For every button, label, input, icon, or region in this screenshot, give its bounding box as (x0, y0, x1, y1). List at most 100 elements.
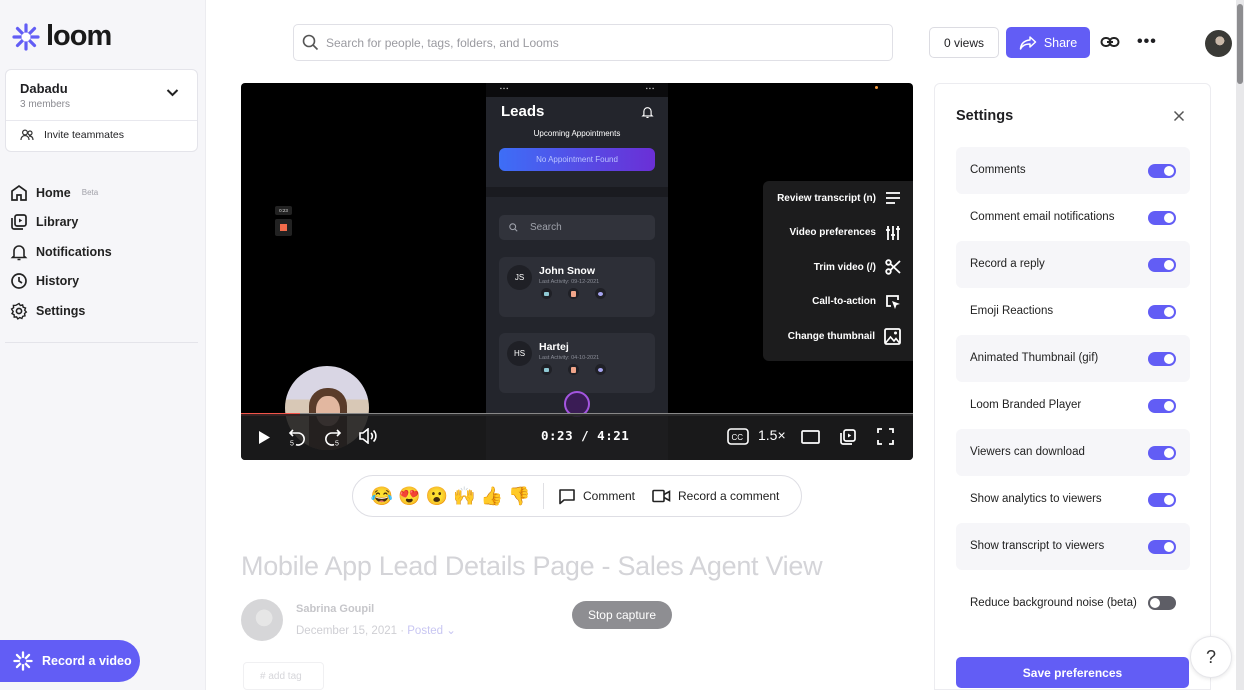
menu-change-thumbnail[interactable]: Change thumbnail (763, 319, 913, 354)
comment-icon (559, 488, 575, 504)
chevron-down-icon (166, 89, 179, 97)
picture-in-picture-icon[interactable] (839, 428, 857, 446)
lead-activity: Last Activity: 09-12-2021 (539, 279, 600, 285)
invite-label: Invite teammates (44, 129, 124, 141)
gear-icon (10, 302, 28, 320)
sidebar-item-settings[interactable]: Settings (10, 296, 112, 326)
posted-status-dropdown[interactable]: Posted (407, 625, 443, 637)
recording-indicator-dot (875, 86, 878, 89)
svg-text:5: 5 (335, 441, 339, 447)
record-comment-button[interactable]: Record a comment (652, 489, 779, 503)
settings-toggle[interactable] (1148, 596, 1176, 610)
scrollbar-thumb[interactable] (1237, 4, 1243, 84)
settings-row-label: Emoji Reactions (970, 305, 1054, 317)
home-icon (11, 184, 27, 201)
settings-toggle[interactable] (1148, 539, 1176, 554)
sidebar-item-library[interactable]: Library (10, 208, 112, 238)
close-icon[interactable] (1173, 110, 1185, 122)
settings-toggle[interactable] (1148, 445, 1176, 460)
play-icon[interactable] (257, 430, 271, 445)
menu-call-to-action[interactable]: Call-to-action (763, 285, 913, 320)
settings-row-label: Show analytics to viewers (970, 493, 1102, 505)
fullscreen-icon[interactable] (877, 428, 894, 445)
settings-toggle[interactable] (1148, 163, 1176, 178)
svg-text:5: 5 (290, 441, 294, 447)
document-icon (568, 364, 579, 375)
settings-toggle[interactable] (1148, 257, 1176, 272)
video-player[interactable]: 0:23 ▪ ▪ ▪ ▪ ▪ ▪ Leads Upcoming Appointme… (241, 83, 913, 460)
bell-icon (10, 245, 28, 261)
search-icon (302, 34, 319, 51)
workspace-switcher[interactable]: Dabadu 3 members (6, 70, 197, 121)
emoji-reaction-thumbs-down[interactable]: 👎 (506, 486, 534, 507)
settings-row: Animated Thumbnail (gif) (956, 335, 1190, 382)
page-scrollbar[interactable] (1236, 0, 1244, 690)
settings-toggle[interactable] (1148, 304, 1176, 319)
help-button[interactable]: ? (1190, 636, 1232, 678)
emoji-reaction-wow[interactable]: 😮 (423, 486, 451, 507)
user-avatar[interactable] (1205, 30, 1232, 57)
loom-logo[interactable]: loom (12, 20, 112, 53)
share-arrow-icon (1019, 35, 1037, 50)
link-icon[interactable] (1100, 33, 1120, 51)
closed-captions-icon[interactable]: CC (727, 428, 749, 445)
lead-name: Hartej (539, 341, 569, 353)
sidebar-item-home[interactable]: Home Beta (10, 178, 112, 208)
clock-icon (11, 273, 27, 290)
record-video-label: Record a video (42, 654, 132, 668)
invite-teammates-button[interactable]: Invite teammates (6, 121, 197, 149)
menu-review-transcript[interactable]: Review transcript (n) (763, 181, 913, 216)
comment-button[interactable]: Comment (558, 488, 635, 505)
chat-icon (595, 288, 606, 299)
settings-row-label: Loom Branded Player (970, 399, 1082, 411)
workspace-name: Dabadu (20, 81, 68, 96)
sidebar-item-notifications[interactable]: Notifications (10, 237, 112, 267)
emoji-reaction-laugh[interactable]: 😂 (368, 486, 396, 507)
save-preferences-button[interactable]: Save preferences (956, 657, 1189, 688)
menu-trim-video[interactable]: Trim video (/) (763, 250, 913, 285)
share-button[interactable]: Share (1006, 27, 1090, 58)
emoji-reaction-heart-eyes[interactable]: 😍 (396, 486, 424, 507)
settings-row: Comments (956, 147, 1190, 194)
video-options-menu: Review transcript (n) Video preferences … (763, 181, 913, 361)
settings-row: Comment email notifications (956, 194, 1190, 241)
stop-capture-button[interactable]: Stop capture (572, 601, 672, 629)
sidebar-item-history[interactable]: History (10, 267, 112, 297)
settings-toggle[interactable] (1148, 351, 1176, 366)
settings-row-label: Viewers can download (970, 446, 1085, 458)
video-title[interactable]: Mobile App Lead Details Page - Sales Age… (241, 551, 823, 582)
forward-5-icon[interactable]: 5 (324, 427, 342, 446)
phone-screen-recording: ▪ ▪ ▪ ▪ ▪ ▪ Leads Upcoming Appointments N… (486, 83, 668, 460)
mail-icon (541, 288, 552, 299)
more-options-icon[interactable]: ••• (1137, 33, 1157, 51)
settings-toggle[interactable] (1148, 210, 1176, 225)
emoji-reaction-raised-hands[interactable]: 🙌 (451, 486, 479, 507)
recording-timer: 0:23 (275, 206, 292, 215)
add-tag-input[interactable]: # add tag (243, 662, 324, 690)
logo-wordmark: loom (46, 20, 112, 52)
views-button[interactable]: 0 views (929, 27, 999, 58)
volume-icon[interactable] (358, 428, 378, 444)
emoji-reaction-thumbs-up[interactable]: 👍 (478, 486, 506, 507)
chevron-down-icon: ⌄ (446, 625, 456, 637)
menu-video-preferences[interactable]: Video preferences (763, 216, 913, 251)
reactions-bar: 😂 😍 😮 🙌 👍 👎 Comment Record a comment (352, 475, 802, 517)
author-avatar (241, 599, 283, 641)
recording-stop-button[interactable] (275, 219, 292, 236)
record-video-button[interactable]: Record a video (0, 640, 140, 682)
video-time-display: 0:23 / 4:21 (541, 428, 630, 443)
sliders-icon (886, 225, 900, 240)
phone-lead-card: JS John Snow Last Activity: 09-12-2021 (499, 257, 655, 317)
loom-asterisk-icon (13, 651, 33, 671)
playback-speed-button[interactable]: 1.5× (758, 427, 786, 443)
settings-toggle[interactable] (1148, 398, 1176, 413)
settings-toggle[interactable] (1148, 492, 1176, 507)
phone-upcoming-heading: Upcoming Appointments (533, 129, 621, 138)
mail-icon (541, 364, 552, 375)
lead-actions (541, 364, 606, 375)
search-bar[interactable] (293, 24, 893, 61)
rewind-5-icon[interactable]: 5 (288, 427, 306, 446)
search-input[interactable] (326, 35, 866, 50)
sidebar-item-label: Settings (36, 303, 86, 318)
theater-mode-icon[interactable] (801, 430, 820, 444)
